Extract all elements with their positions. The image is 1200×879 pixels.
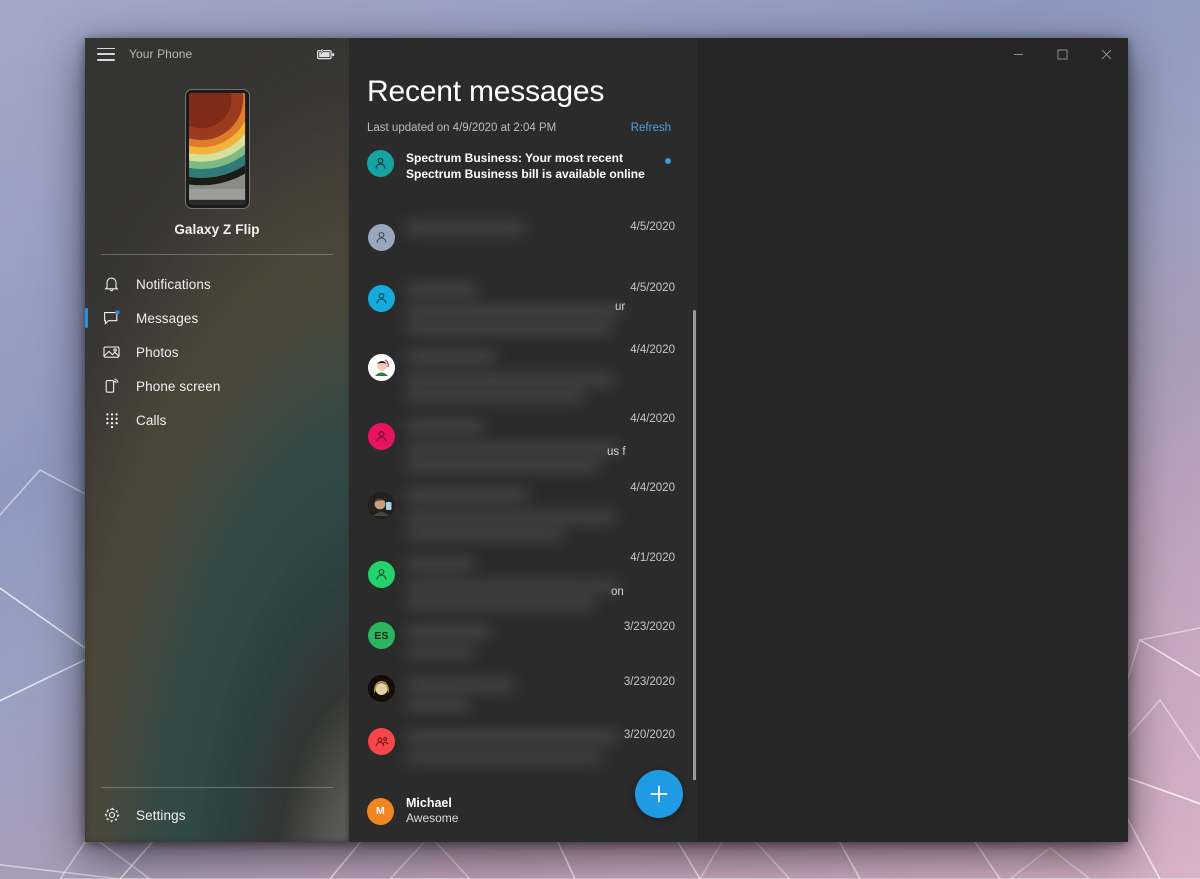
avatar-initials: ES <box>374 629 389 642</box>
phone-cast-icon <box>103 378 120 395</box>
message-date: 3/23/2020 <box>623 676 675 688</box>
device-name: Galaxy Z Flip <box>174 222 260 237</box>
scrollbar[interactable] <box>693 310 696 790</box>
sidebar-divider-top <box>101 254 333 255</box>
sidebar-item-label: Photos <box>136 344 179 360</box>
hamburger-icon[interactable] <box>97 47 115 61</box>
message-date: 4/4/2020 <box>630 482 675 494</box>
message-date: 4/5/2020 <box>630 282 675 294</box>
recent-messages-panel: Recent messages Last updated on 4/9/2020… <box>349 38 697 842</box>
avatar <box>368 354 395 381</box>
phone-wallpaper <box>188 93 246 200</box>
message-date: 4/5/2020 <box>630 221 675 233</box>
sidebar-item-messages[interactable]: Messages <box>85 301 349 335</box>
your-phone-window: Your Phone Galaxy Z Flip Notifications M… <box>85 38 1128 842</box>
sidebar-item-label: Messages <box>136 310 199 326</box>
sidebar-item-phone-screen[interactable]: Phone screen <box>85 369 349 403</box>
message-date: 3/23/2020 <box>623 621 675 633</box>
avatar <box>368 728 395 755</box>
sidebar-nav: Notifications Messages Photos Phone scre… <box>85 267 349 787</box>
sidebar-item-settings[interactable]: Settings <box>85 798 349 832</box>
sidebar-divider-bottom <box>101 787 333 788</box>
maximize-button[interactable] <box>1040 38 1084 70</box>
phone-thumbnail <box>185 90 249 208</box>
sidebar-item-photos[interactable]: Photos <box>85 335 349 369</box>
battery-charging-icon <box>317 48 335 60</box>
last-updated-text: Last updated on 4/9/2020 at 2:04 PM <box>367 121 557 134</box>
list-item[interactable]: Spectrum Business: Your most recent Spec… <box>349 149 697 182</box>
sidebar-item-notifications[interactable]: Notifications <box>85 267 349 301</box>
message-snippet-line1: Spectrum Business: Your most recent <box>406 150 623 165</box>
contact-name: Michael <box>406 796 452 811</box>
window-controls <box>996 38 1128 70</box>
avatar <box>368 561 395 588</box>
close-button[interactable] <box>1084 38 1128 70</box>
message-date: 4/4/2020 <box>630 344 675 356</box>
bell-icon <box>103 276 120 293</box>
sidebar-item-label: Phone screen <box>136 378 221 394</box>
gear-icon <box>103 807 120 824</box>
avatar <box>368 224 395 251</box>
sidebar: Your Phone Galaxy Z Flip Notifications M… <box>85 38 349 842</box>
dialpad-icon <box>103 412 120 429</box>
avatar <box>368 285 395 312</box>
avatar <box>368 492 395 519</box>
device-preview: Galaxy Z Flip <box>85 70 349 255</box>
desktop: Your Phone Galaxy Z Flip Notifications M… <box>0 0 1200 879</box>
avatar: M <box>367 797 394 825</box>
app-titlebar: Your Phone <box>85 38 349 70</box>
sidebar-item-label: Settings <box>136 807 186 823</box>
message-snippet-line2: Spectrum Business bill is available onli… <box>406 166 645 181</box>
minimize-button[interactable] <box>996 38 1040 70</box>
photo-icon <box>103 344 120 361</box>
plus-icon <box>650 785 668 803</box>
message-preview: Awesome <box>406 811 459 826</box>
partial-text-fragment: us f <box>607 446 626 458</box>
avatar: ES <box>368 622 395 649</box>
compose-message-button[interactable] <box>635 770 683 818</box>
chat-icon <box>103 310 120 327</box>
unread-indicator <box>665 157 671 164</box>
avatar <box>368 423 395 450</box>
message-list: Spectrum Business: Your most recent Spec… <box>349 149 697 182</box>
refresh-button[interactable]: Refresh <box>631 122 671 134</box>
message-date: 4/1/2020 <box>630 552 675 564</box>
partial-text-fragment: ur <box>615 301 626 313</box>
sidebar-item-label: Notifications <box>136 276 211 292</box>
conversation-pane-empty <box>697 38 1128 842</box>
sidebar-item-calls[interactable]: Calls <box>85 403 349 437</box>
avatar-initials: M <box>376 805 385 817</box>
page-title: Recent messages <box>367 75 605 108</box>
avatar <box>368 675 395 702</box>
sidebar-item-label: Calls <box>136 412 167 428</box>
app-title: Your Phone <box>129 47 193 61</box>
messages-header: Recent messages Last updated on 4/9/2020… <box>349 38 697 134</box>
sidebar-footer: Settings <box>85 787 349 842</box>
message-date: 4/4/2020 <box>630 413 675 425</box>
message-date: 3/20/2020 <box>623 729 675 741</box>
scrollbar-thumb[interactable] <box>693 310 696 790</box>
partial-text-fragment: on <box>611 586 624 598</box>
avatar <box>367 149 394 177</box>
